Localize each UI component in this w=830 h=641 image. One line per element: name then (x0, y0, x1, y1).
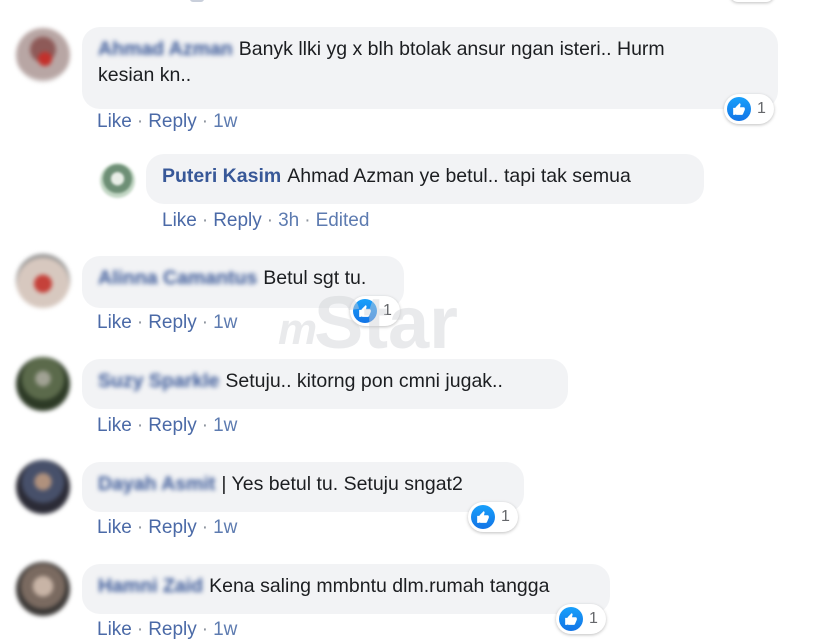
comment-author-link[interactable]: Suzy Sparkle (98, 370, 219, 392)
like-reaction-icon (559, 607, 583, 631)
comment-author-link[interactable]: Hamni Zaid (98, 575, 203, 597)
reply-bubble: Puteri Kasim Ahmad Azman ye betul.. tapi … (146, 154, 704, 204)
like-link[interactable]: Like (97, 517, 132, 538)
comment-text: Kena saling mmbntu dlm.rumah tangga (209, 575, 550, 597)
avatar[interactable] (100, 163, 135, 198)
reply-link[interactable]: Reply (148, 619, 197, 640)
comment-bubble: Suzy Sparkle Setuju.. kitorng pon cmni ju… (82, 359, 568, 409)
separator: · (266, 210, 274, 231)
edited-label[interactable]: Edited (316, 210, 370, 231)
separator: · (201, 312, 209, 333)
separator: · (136, 517, 144, 538)
like-link[interactable]: Like (97, 312, 132, 333)
comment-text-line2: kesian kn.. (98, 64, 192, 86)
reply-link[interactable]: Reply (148, 517, 197, 538)
like-reaction-icon (471, 505, 495, 529)
timestamp-link[interactable]: 1w (213, 619, 237, 640)
like-link[interactable]: Like (97, 415, 132, 436)
reply-author-link[interactable]: Puteri Kasim (162, 165, 281, 187)
reaction-count: 1 (501, 508, 510, 525)
comment-bubble: Dayah Asmit | Yes betul tu. Setuju sngat2 (82, 462, 524, 512)
reaction-count: 1 (757, 100, 766, 117)
reaction-badge[interactable]: 1 (724, 94, 774, 124)
separator: · (201, 415, 209, 436)
comment-bubble: Hamni Zaid Kena saling mmbntu dlm.rumah t… (82, 564, 610, 614)
separator: · (136, 415, 144, 436)
separator: · (136, 312, 144, 333)
separator: · (201, 111, 209, 132)
separator: · (201, 210, 209, 231)
comment-text: Banyk llki yg x blh btolak ansur ngan is… (238, 38, 665, 60)
watermark-prefix: m (278, 305, 317, 354)
comment-actions: Like · Reply · 1w (97, 415, 237, 437)
reaction-count: 1 (589, 610, 598, 627)
comment-text: Betul sgt tu. (263, 267, 367, 289)
reply-link[interactable]: Reply (213, 210, 262, 231)
separator: · (136, 111, 144, 132)
avatar[interactable] (16, 254, 70, 308)
reply-text: Ahmad Azman ye betul.. tapi tak semua (287, 165, 631, 187)
previous-comment-reaction (730, 0, 774, 2)
separator: · (201, 619, 209, 640)
separator: · (304, 210, 311, 231)
reaction-count: 1 (383, 302, 392, 319)
comment-author-link[interactable]: Alinna Camantus (98, 267, 257, 289)
comment-bubble: Ahmad Azman Banyk llki yg x blh btolak an… (82, 27, 778, 109)
avatar[interactable] (16, 460, 70, 514)
comment-actions: Like · Reply · 1w (97, 312, 237, 334)
reply-link[interactable]: Reply (148, 415, 197, 436)
reaction-badge[interactable]: 1 (556, 604, 606, 634)
like-reaction-icon (353, 299, 377, 323)
comment-text: | Yes betul tu. Setuju sngat2 (221, 473, 463, 495)
like-link[interactable]: Like (97, 111, 132, 132)
reaction-badge[interactable]: 1 (468, 502, 518, 532)
reply-link[interactable]: Reply (148, 111, 197, 132)
comment-actions: Like · Reply · 1w (97, 111, 237, 133)
avatar[interactable] (16, 28, 70, 82)
like-link[interactable]: Like (97, 619, 132, 640)
reply-actions: Like · Reply · 3h · Edited (162, 210, 369, 232)
reaction-badge[interactable]: 1 (350, 296, 400, 326)
previous-comment-actions (150, 0, 210, 2)
timestamp-link[interactable]: 1w (213, 312, 237, 333)
separator: · (201, 517, 209, 538)
comment-text: Setuju.. kitorng pon cmni jugak.. (225, 370, 503, 392)
separator: · (136, 619, 144, 640)
timestamp-link[interactable]: 1w (213, 111, 237, 132)
timestamp-link[interactable]: 1w (213, 415, 237, 436)
timestamp-link[interactable]: 3h (278, 210, 299, 231)
avatar[interactable] (16, 562, 70, 616)
timestamp-link[interactable]: 1w (213, 517, 237, 538)
like-link[interactable]: Like (162, 210, 197, 231)
like-reaction-icon (727, 97, 751, 121)
reply-link[interactable]: Reply (148, 312, 197, 333)
comment-author-link[interactable]: Ahmad Azman (98, 38, 233, 60)
avatar[interactable] (16, 357, 70, 411)
comment-actions: Like · Reply · 1w (97, 517, 237, 539)
comment-author-link[interactable]: Dayah Asmit (98, 473, 215, 495)
